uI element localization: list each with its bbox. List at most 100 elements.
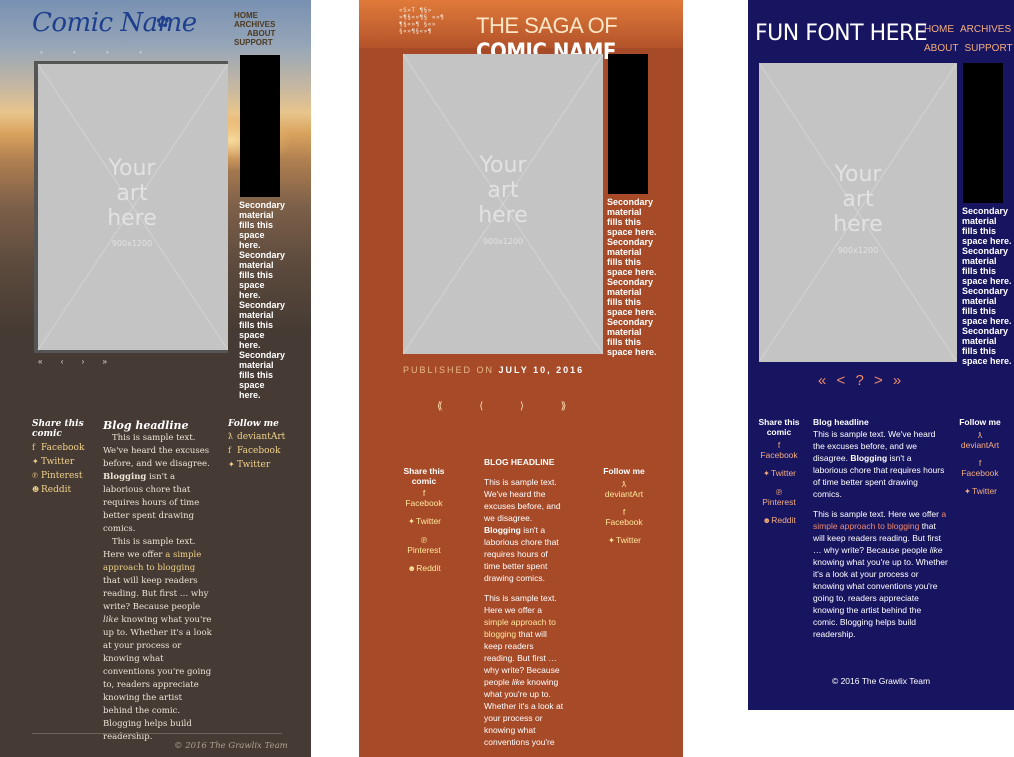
share-facebook-link[interactable]: f Facebook xyxy=(754,440,804,460)
share-twitter-link[interactable]: ✦Twitter xyxy=(754,468,804,479)
share-twitter-link[interactable]: ✦Twitter xyxy=(399,516,449,527)
site-title[interactable]: FUN FONT HERE xyxy=(755,21,928,46)
next-comic-button[interactable]: › xyxy=(82,357,85,366)
blog-body: This is sample text. We've heard the exc… xyxy=(103,432,213,744)
share-reddit-link[interactable]: ☻Reddit xyxy=(32,483,84,497)
comic-pager: ⟪ ⟨ ⟩ ⟫ xyxy=(437,401,600,412)
deviantart-icon: ƛ xyxy=(228,432,234,441)
share-facebook-link[interactable]: f Facebook xyxy=(399,488,449,508)
share-twitter-link[interactable]: ✦Twitter xyxy=(32,455,84,469)
nav-about[interactable]: ABOUT xyxy=(234,29,275,38)
share-pinterest-link[interactable]: ℗ Pinterest xyxy=(32,469,84,483)
art-text-line2: art xyxy=(116,181,148,206)
nav-archives[interactable]: ARCHIVES xyxy=(234,20,275,29)
previous-comic-button[interactable]: ⟨ xyxy=(479,401,483,412)
published-date-value: JULY 10, 2016 xyxy=(498,365,585,375)
theme-preview-saga: «S»T ¶§» »¶§«»¶§ «»¶ ¶§«»¶ §«» §«»¶§«»¶ … xyxy=(359,0,683,757)
follow-links: ƛdeviantArt fFacebook ✦Twitter xyxy=(228,430,285,472)
published-label: PUBLISHED ON xyxy=(403,365,495,375)
latest-comic-button[interactable]: » xyxy=(103,357,107,366)
follow-deviantart-link[interactable]: ƛ deviantArt xyxy=(599,479,649,499)
nav-archives[interactable]: ARCHIVES xyxy=(960,24,1011,35)
pinterest-icon: ℗ xyxy=(32,471,39,480)
pinterest-icon: ℗ xyxy=(420,535,428,545)
next-comic-button[interactable]: > xyxy=(874,372,886,389)
follow-heading: Follow me xyxy=(959,417,1001,427)
nav-home[interactable]: HOME xyxy=(924,24,954,35)
art-size-label: 900x1200 xyxy=(112,239,152,248)
deviantart-icon: ƛ xyxy=(621,479,627,489)
share-pinterest-link[interactable]: ℗ Pinterest xyxy=(399,535,449,555)
follow-twitter-link[interactable]: ✦Twitter xyxy=(599,535,649,546)
follow-facebook-link[interactable]: f Facebook xyxy=(954,458,1006,478)
latest-comic-button[interactable]: ⟫ xyxy=(561,401,567,412)
previous-comic-button[interactable]: < xyxy=(837,372,849,389)
follow-facebook-link[interactable]: f Facebook xyxy=(228,444,285,458)
share-links: fFacebook ✦Twitter ℗Pinterest ☻Reddit xyxy=(754,440,804,534)
share-reddit-link[interactable]: ☻Reddit xyxy=(754,515,804,526)
share-heading: Share this comic xyxy=(403,466,445,486)
nav-support[interactable]: SUPPORT xyxy=(964,43,1012,54)
share-links: fFacebook ✦Twitter ℗Pinterest ☻Reddit xyxy=(399,488,449,582)
first-comic-button[interactable]: « xyxy=(818,372,829,389)
twitter-icon: ✦ xyxy=(964,487,971,496)
blog-headline[interactable]: BLOG HEADLINE xyxy=(484,457,554,467)
next-comic-button[interactable]: ⟩ xyxy=(520,401,524,412)
follow-twitter-link[interactable]: ✦Twitter xyxy=(954,486,1006,497)
art-text-line3: here xyxy=(478,203,528,228)
follow-facebook-link[interactable]: f Facebook xyxy=(599,507,649,527)
secondary-material-text: Secondary material fills this space here… xyxy=(607,197,657,357)
art-text-line1: Your xyxy=(108,156,157,181)
blog-body: This is sample text. We've heard the exc… xyxy=(484,476,566,756)
art-size-label: 900x1200 xyxy=(838,246,878,255)
secondary-ad-box xyxy=(608,54,648,194)
share-links: fFacebook ✦Twitter ℗Pinterest ☻Reddit xyxy=(32,441,84,497)
twitter-icon: ✦ xyxy=(32,457,39,466)
previous-comic-button[interactable]: ‹ xyxy=(61,357,64,366)
copyright: © 2016 The Grawlix Team xyxy=(174,741,288,751)
art-text-line2: art xyxy=(487,178,519,203)
blog-paragraph: This is sample text. We've heard the exc… xyxy=(484,477,561,583)
comic-art-placeholder: Your art here 900x1200 xyxy=(759,63,957,362)
nav-support[interactable]: SUPPORT xyxy=(234,38,275,47)
twitter-icon: ✦ xyxy=(408,517,415,526)
main-nav: HOME ARCHIVES ABOUT SUPPORT xyxy=(234,11,275,47)
secondary-material-text: Secondary material fills this space here… xyxy=(962,206,1012,366)
site-title-prefix: THE SAGA OF xyxy=(476,13,618,38)
site-logo[interactable]: «S»T ¶§» »¶§«»¶§ «»¶ ¶§«»¶ §«» §«»¶§«»¶ xyxy=(399,7,444,35)
main-nav: HOME ARCHIVES ABOUT SUPPORT xyxy=(924,20,1014,58)
site-title[interactable]: Comic Name xyxy=(32,8,197,38)
facebook-icon: f xyxy=(32,443,35,452)
facebook-icon: f xyxy=(978,458,982,468)
first-comic-button[interactable]: « xyxy=(38,357,42,366)
first-comic-button[interactable]: ⟪ xyxy=(437,401,443,412)
art-text-line2: art xyxy=(842,187,874,212)
reddit-icon: ☻ xyxy=(32,485,40,494)
art-text-line3: here xyxy=(107,206,157,231)
follow-deviantart-link[interactable]: ƛ deviantArt xyxy=(228,430,285,444)
share-reddit-link[interactable]: ☻Reddit xyxy=(399,563,449,574)
latest-comic-button[interactable]: » xyxy=(893,372,904,389)
secondary-material-text: Secondary material fills this space here… xyxy=(239,200,286,400)
random-comic-button[interactable]: ? xyxy=(855,372,866,389)
blog-paragraph: This is sample text. Here we offer a sim… xyxy=(484,593,564,747)
reddit-icon: ☻ xyxy=(407,564,416,573)
facebook-icon: f xyxy=(622,507,626,517)
follow-deviantart-link[interactable]: ƛ deviantArt xyxy=(954,430,1006,450)
follow-twitter-link[interactable]: ✦Twitter xyxy=(228,458,285,472)
comic-pager: « ‹ › » xyxy=(38,357,123,366)
comic-pager: « < ? > » xyxy=(818,372,904,389)
facebook-icon: f xyxy=(422,488,426,498)
blog-headline[interactable]: Blog headline xyxy=(813,417,869,427)
secondary-ad-box xyxy=(240,55,280,197)
nav-home[interactable]: HOME xyxy=(234,11,275,20)
secondary-ad-box xyxy=(963,63,1003,203)
header-dots: • • • • xyxy=(40,48,156,57)
share-pinterest-link[interactable]: ℗ Pinterest xyxy=(754,487,804,507)
deviantart-icon: ƛ xyxy=(977,430,983,440)
pinterest-icon: ℗ xyxy=(775,487,783,497)
blog-headline[interactable]: Blog headline xyxy=(103,419,189,432)
nav-about[interactable]: ABOUT xyxy=(924,43,958,54)
facebook-icon: f xyxy=(777,440,781,450)
share-facebook-link[interactable]: f Facebook xyxy=(32,441,84,455)
